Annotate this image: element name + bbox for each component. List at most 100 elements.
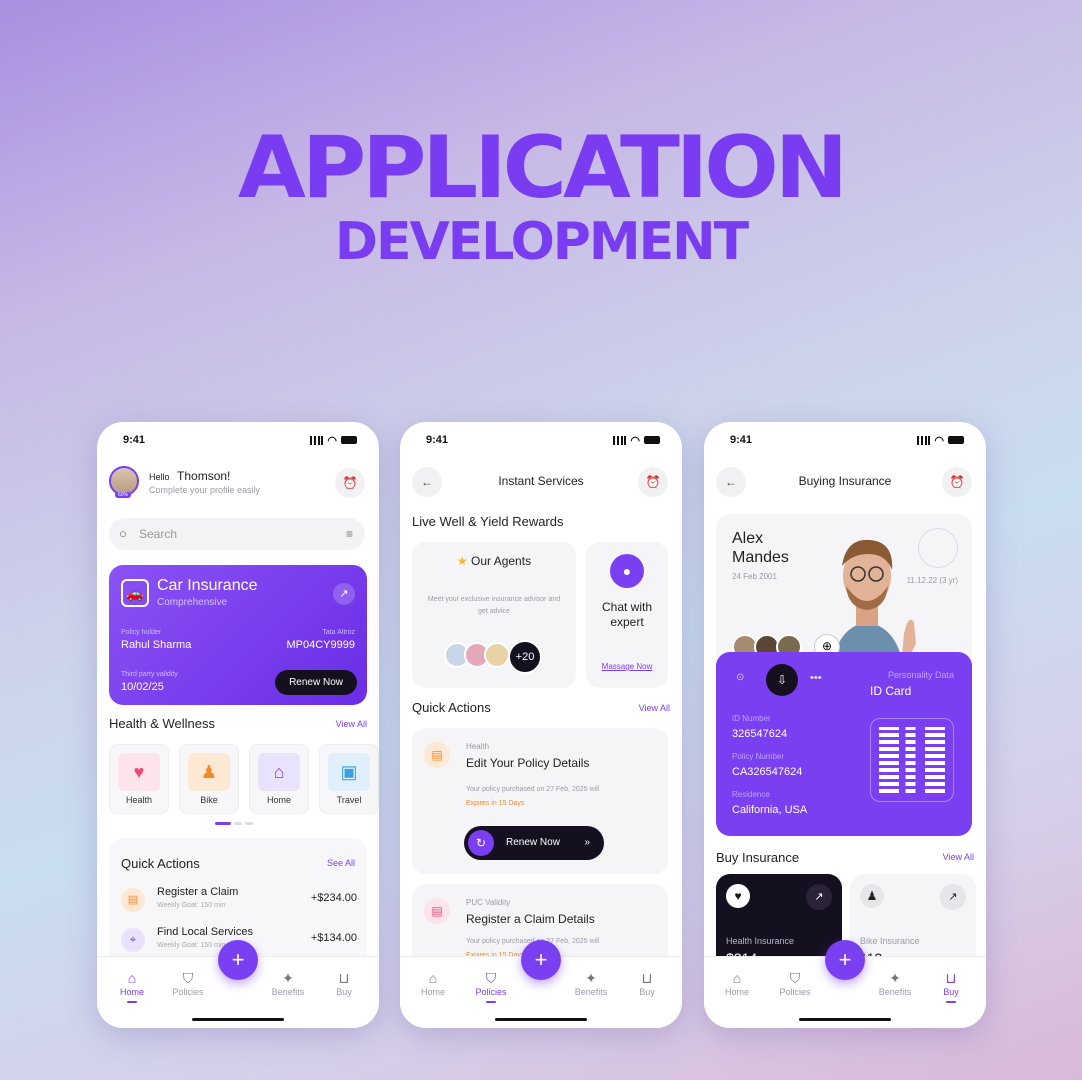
alarm-button[interactable]: ⏰ — [638, 467, 668, 497]
qr-code[interactable] — [870, 718, 954, 802]
chevrons-icon: » — [584, 837, 590, 848]
id-card-title: ID Card — [870, 684, 912, 698]
id-number-label: ID Number — [732, 714, 771, 723]
alarm-button[interactable]: ⏰ — [335, 468, 365, 498]
id-section-label: Personality Data — [887, 670, 954, 680]
holder-label: Policy holder — [121, 629, 162, 636]
cart-icon: ⊔ — [338, 970, 350, 986]
phone-instant-services: 9:41 ◠ ← Instant Services ⏰ Live Well & … — [400, 422, 682, 1028]
car-subtitle: Comprehensive — [157, 597, 228, 608]
agents-more-badge[interactable]: +20 — [508, 640, 542, 674]
message-link[interactable]: Massage Now — [586, 662, 668, 671]
hero-line-2: DEVELOPMENT — [334, 212, 749, 272]
nav-policies[interactable]: ⛉ Policies — [466, 969, 516, 1003]
signal-icon — [310, 435, 324, 445]
home-icon: ⌂ — [428, 970, 438, 986]
home-indicator — [495, 1018, 587, 1021]
car-number: MP04CY9999 — [286, 639, 356, 651]
category-tiles: ♥ Health ♟ Bike ⌂ Home ▣ Travel — [109, 744, 379, 816]
signal-icon — [917, 435, 931, 445]
user-name: Thomson! — [177, 469, 231, 483]
chat-icon: ● — [610, 554, 644, 588]
card-title: Edit Your Policy Details — [466, 756, 590, 770]
person-icon: ♟ — [188, 753, 230, 791]
car-insurance-card[interactable]: 🚗 Car Insurance Comprehensive ↗ Policy h… — [109, 565, 367, 705]
arrow-icon: ↗ — [940, 884, 966, 910]
avatar[interactable]: 60% — [109, 466, 139, 498]
tile-travel[interactable]: ▣ Travel — [319, 744, 379, 814]
car-title: Car Insurance — [157, 577, 258, 594]
claim-icon: ▤ — [121, 888, 145, 912]
add-button[interactable]: + — [218, 940, 258, 980]
profile-hint: Complete your profile easily — [149, 485, 261, 495]
policy-card[interactable]: ▤ Health Edit Your Policy Details Your p… — [412, 728, 668, 874]
nav-home[interactable]: ⌂ Home — [408, 969, 458, 997]
agents-title: ★ Our Agents — [456, 554, 532, 568]
nav-benefits[interactable]: ✦ Benefits — [566, 969, 616, 997]
health-insurance-label: Health Insurance — [726, 936, 795, 946]
alarm-button[interactable]: ⏰ — [942, 467, 972, 497]
view-all-link[interactable]: View All — [943, 852, 974, 862]
battery-icon — [948, 436, 964, 444]
nav-policies[interactable]: ⛉ Policies — [770, 969, 820, 997]
card-tag: PUC Validity — [466, 898, 511, 907]
card-desc: Your policy purchased on 27 Feb, 2025 wi… — [466, 786, 600, 793]
card-title: Register a Claim Details — [466, 912, 595, 926]
nav-home[interactable]: ⌂ Home — [107, 969, 157, 1003]
tile-bike[interactable]: ♟ Bike — [179, 744, 239, 814]
holder-name: Rahul Sharma — [121, 639, 192, 651]
residence-label: Residence — [732, 790, 770, 799]
logo-rings-icon — [918, 528, 958, 568]
agents-card[interactable]: ★ Our Agents Meet your exclusive insuran… — [412, 542, 576, 688]
nav-policies[interactable]: ⛉ Policies — [163, 969, 213, 997]
status-time: 9:41 — [123, 434, 146, 446]
view-all-link[interactable]: View All — [336, 719, 367, 729]
nav-buy[interactable]: ⊔ Buy — [622, 969, 672, 997]
view-all-link[interactable]: View All — [639, 703, 670, 713]
last-name: Mandes — [732, 549, 789, 566]
nav-buy[interactable]: ⊔ Buy — [319, 969, 369, 997]
nav-buy[interactable]: ⊔ Buy — [926, 969, 976, 1003]
download-icon[interactable]: ⇩ — [766, 664, 798, 696]
nav-benefits[interactable]: ✦ Benefits — [263, 969, 313, 997]
carousel-dots — [215, 822, 253, 825]
renew-now-button[interactable]: Renew Now — [275, 670, 357, 695]
phone-home: 9:41 ◠ 60% Hello Thomson! Complete your … — [97, 422, 379, 1028]
shield-icon: ⛉ — [182, 970, 194, 986]
tile-health[interactable]: ♥ Health — [109, 744, 169, 814]
tile-home[interactable]: ⌂ Home — [249, 744, 309, 814]
check-icon[interactable]: ⊙ — [736, 672, 744, 683]
buy-insurance-title: Buy Insurance — [716, 850, 800, 865]
sparkle-icon: ✦ — [889, 970, 901, 986]
chat-expert-card[interactable]: ● Chat with expert Massage Now — [586, 542, 668, 688]
see-all-link[interactable]: See All — [327, 858, 355, 868]
list-item[interactable]: ▤ Register a Claim Weekly Goal: 150 min … — [121, 884, 357, 918]
add-button[interactable]: + — [825, 940, 865, 980]
wifi-icon: ◠ — [630, 434, 640, 447]
home-icon: ⌂ — [127, 970, 137, 986]
renew-now-button[interactable]: ↻ Renew Now» — [464, 826, 604, 860]
id-card[interactable]: ⊙ ⇩ ••• Personality Data ID Card ID Numb… — [716, 652, 972, 836]
status-bar: 9:41 ◠ — [730, 432, 964, 448]
alarm-icon: ⏰ — [645, 475, 661, 489]
home-indicator — [799, 1018, 891, 1021]
greeting: Hello Thomson! — [149, 469, 231, 483]
car-model: Tata Altroz — [322, 629, 355, 636]
cart-icon: ⊔ — [945, 970, 957, 986]
add-button[interactable]: + — [521, 940, 561, 980]
filter-icon[interactable]: ≡ — [346, 518, 353, 550]
health-wellness-title: Health & Wellness — [109, 716, 215, 731]
agents-desc: Meet your exclusive insurance advisor an… — [427, 596, 561, 615]
agent-avatar — [484, 642, 510, 668]
more-icon[interactable]: ••• — [810, 672, 822, 684]
document-icon: ▤ — [424, 742, 450, 768]
status-bar: 9:41 ◠ — [123, 432, 357, 448]
arrow-icon[interactable]: ↗ — [333, 583, 355, 605]
nav-home[interactable]: ⌂ Home — [712, 969, 762, 997]
nav-benefits[interactable]: ✦ Benefits — [870, 969, 920, 997]
dob: 24 Feb 2001 — [732, 572, 777, 581]
validity-date: 10/02/25 — [121, 681, 164, 693]
search-input[interactable]: ○ Search ≡ — [109, 518, 365, 550]
battery-icon — [644, 436, 660, 444]
home-icon: ⌂ — [732, 970, 742, 986]
